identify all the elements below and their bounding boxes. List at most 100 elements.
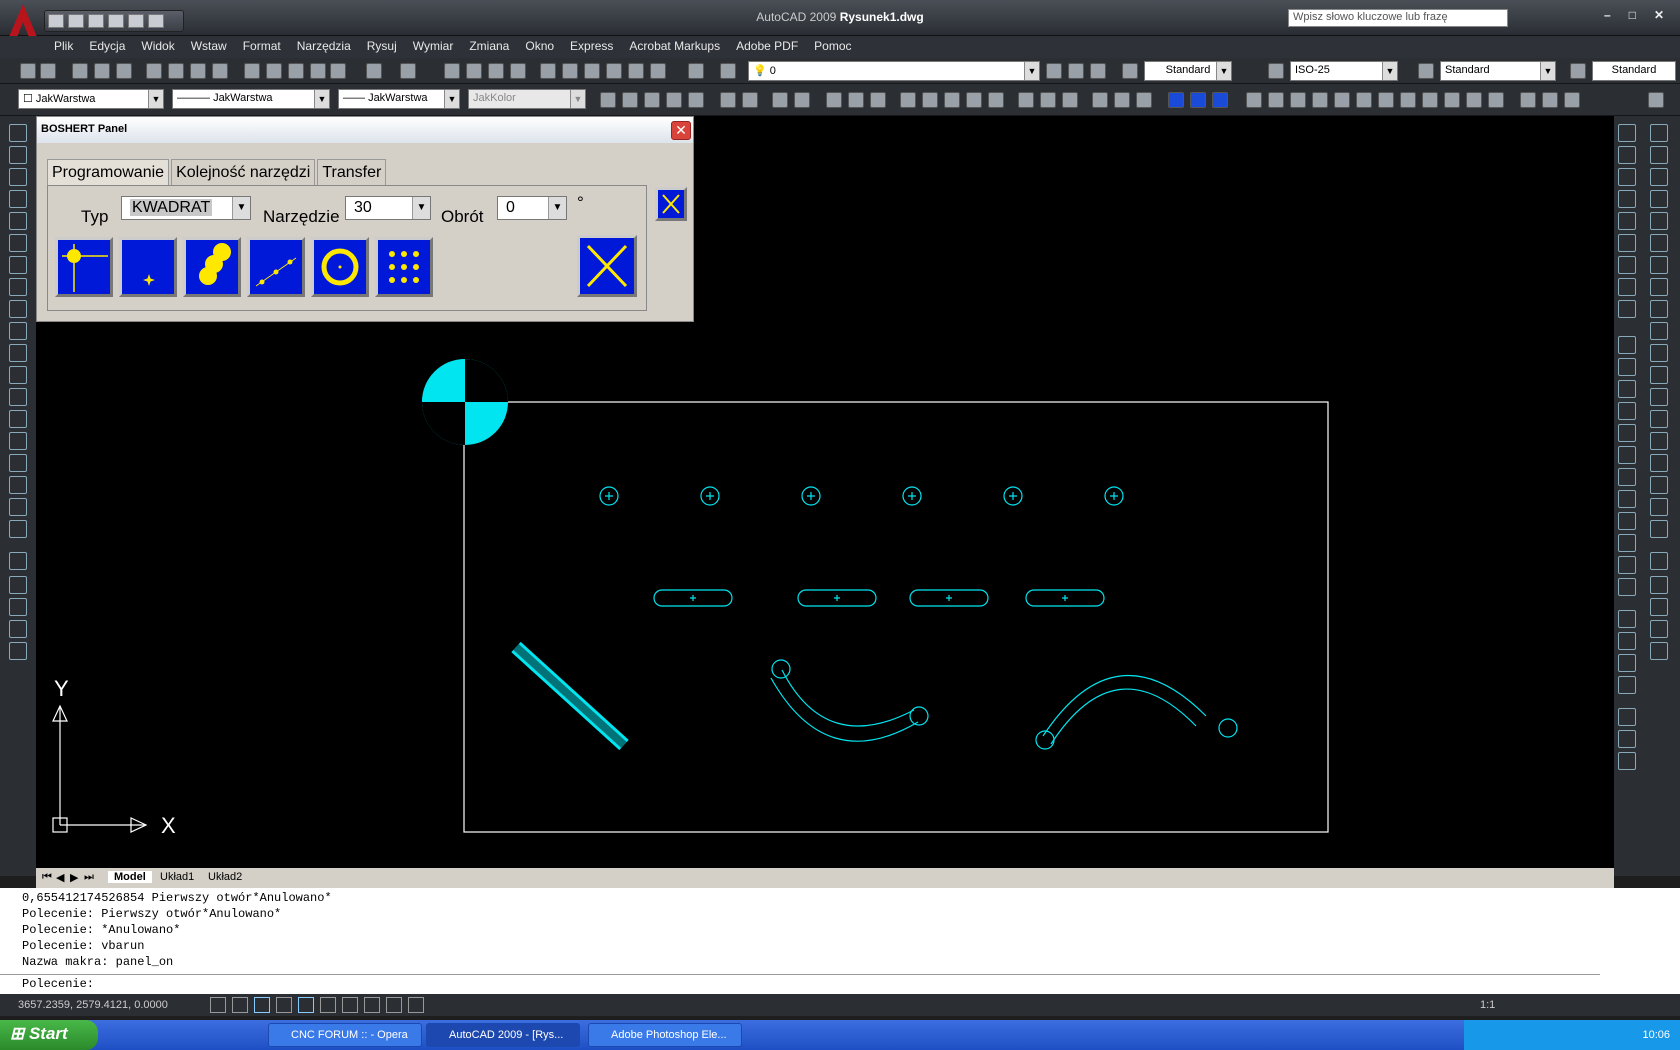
dim-update-icon[interactable] bbox=[1618, 752, 1636, 770]
gradient-icon[interactable] bbox=[9, 454, 27, 472]
hatch-icon[interactable] bbox=[9, 432, 27, 450]
color-combo[interactable]: ☐ JakWarstwa ▼ bbox=[18, 89, 164, 109]
calculator-icon[interactable] bbox=[650, 63, 666, 79]
dim-baseline-r-icon[interactable] bbox=[1618, 512, 1636, 530]
center-mark-icon[interactable] bbox=[1618, 632, 1636, 650]
dim-ordinate-icon[interactable] bbox=[900, 92, 916, 108]
boshert-button-1-icon[interactable] bbox=[1168, 92, 1184, 108]
menu-wymiar[interactable]: Wymiar bbox=[405, 36, 462, 58]
close-icon[interactable]: ✕ bbox=[1654, 8, 1664, 22]
command-input[interactable]: Polecenie: bbox=[0, 974, 1600, 993]
next-tab-nav-icon[interactable]: ▶ bbox=[70, 871, 78, 884]
dim-style-combo[interactable]: ISO-25 ▼ bbox=[1290, 61, 1398, 81]
paste-icon[interactable] bbox=[288, 63, 304, 79]
spline-icon[interactable] bbox=[9, 300, 27, 318]
inspection-icon[interactable] bbox=[1618, 654, 1636, 672]
tab-transfer[interactable]: Transfer bbox=[317, 159, 387, 186]
mirror-icon[interactable] bbox=[1650, 168, 1668, 186]
quick-dim-icon[interactable] bbox=[1018, 92, 1034, 108]
slot-1[interactable] bbox=[653, 589, 733, 607]
text-icon[interactable] bbox=[1618, 124, 1636, 142]
plot-preview-icon[interactable] bbox=[168, 63, 184, 79]
ducs-icon[interactable] bbox=[342, 997, 358, 1013]
dim-angular-icon[interactable] bbox=[988, 92, 1004, 108]
dim-break-icon[interactable] bbox=[1114, 92, 1130, 108]
osnap-extension-icon[interactable] bbox=[1334, 92, 1350, 108]
menu-format[interactable]: Format bbox=[235, 36, 289, 58]
menu-narzedzia[interactable]: Narzędzia bbox=[289, 36, 359, 58]
dim-jogged-icon[interactable] bbox=[944, 92, 960, 108]
dim-diameter-icon[interactable] bbox=[966, 92, 982, 108]
arc-icon[interactable] bbox=[9, 234, 27, 252]
dim-baseline-icon[interactable] bbox=[1040, 92, 1056, 108]
zoom-realtime-icon[interactable] bbox=[466, 63, 482, 79]
table-style-combo[interactable]: Standard ▼ bbox=[1440, 61, 1556, 81]
zoom-object-icon[interactable] bbox=[688, 92, 704, 108]
layer-states-icon[interactable] bbox=[1090, 63, 1106, 79]
boshert-button-3-icon[interactable] bbox=[1212, 92, 1228, 108]
polar-icon[interactable] bbox=[276, 997, 292, 1013]
osnap-node-icon[interactable] bbox=[1488, 92, 1504, 108]
trim-icon[interactable] bbox=[1650, 322, 1668, 340]
help-icon[interactable] bbox=[688, 63, 704, 79]
prev-tab-nav-icon[interactable]: ◀ bbox=[56, 871, 64, 884]
menu-plik[interactable]: Plik bbox=[46, 36, 81, 58]
last-tab-nav-icon[interactable]: ⏭ bbox=[84, 871, 94, 884]
dim-space-r-icon[interactable] bbox=[1618, 556, 1636, 574]
dyn-icon[interactable] bbox=[364, 997, 380, 1013]
polygon-icon[interactable] bbox=[9, 190, 27, 208]
revision-cloud-icon[interactable] bbox=[9, 278, 27, 296]
otrack-icon[interactable] bbox=[320, 997, 336, 1013]
nibble-button[interactable] bbox=[183, 237, 241, 297]
annotation-scale[interactable]: 1:1 bbox=[1480, 999, 1495, 1011]
zoom-all-icon[interactable] bbox=[772, 92, 788, 108]
text-edit-icon[interactable] bbox=[1618, 146, 1636, 164]
first-tab-nav-icon[interactable]: ⏮ bbox=[42, 871, 52, 884]
erase-icon[interactable] bbox=[1650, 124, 1668, 142]
typ-select[interactable]: KWADRAT ▼ bbox=[121, 196, 251, 220]
dim-radius-icon[interactable] bbox=[922, 92, 938, 108]
array-icon[interactable] bbox=[1650, 212, 1668, 230]
zoom-out-icon[interactable] bbox=[742, 92, 758, 108]
hole-5[interactable] bbox=[1003, 486, 1023, 506]
draworder-back-icon[interactable] bbox=[1650, 576, 1668, 594]
fillet-icon[interactable] bbox=[1650, 454, 1668, 472]
line-icon[interactable] bbox=[9, 124, 27, 142]
grid-array-button[interactable] bbox=[375, 237, 433, 297]
point-icon[interactable] bbox=[9, 410, 27, 428]
attribute-icon[interactable] bbox=[9, 576, 27, 594]
dim-arc-icon[interactable] bbox=[870, 92, 886, 108]
ellipse-arc-icon[interactable] bbox=[9, 344, 27, 362]
table-icon[interactable] bbox=[9, 498, 27, 516]
tolerance-icon[interactable] bbox=[1136, 92, 1152, 108]
linetype-combo[interactable]: ——— JakWarstwa ▼ bbox=[172, 89, 330, 109]
pdf-icon[interactable] bbox=[20, 63, 36, 79]
dim-angular-r-icon[interactable] bbox=[1618, 468, 1636, 486]
draworder-text-icon[interactable] bbox=[1650, 642, 1668, 660]
osnap-none-icon[interactable] bbox=[1542, 92, 1558, 108]
attribute-edit-icon[interactable] bbox=[9, 598, 27, 616]
osnap-nearest-icon[interactable] bbox=[1520, 92, 1536, 108]
boshert-button-2-icon[interactable] bbox=[1190, 92, 1206, 108]
new-file-icon[interactable] bbox=[72, 63, 88, 79]
quick-dim-r-icon[interactable] bbox=[1618, 490, 1636, 508]
tab-uklad1[interactable]: Układ1 bbox=[154, 871, 200, 883]
zoom-in-icon[interactable] bbox=[720, 92, 736, 108]
diagonal-nibbled-slot[interactable] bbox=[511, 641, 629, 751]
menu-okno[interactable]: Okno bbox=[517, 36, 562, 58]
lock-icon[interactable] bbox=[1648, 92, 1664, 108]
minimize-icon[interactable]: – bbox=[1604, 8, 1611, 22]
point-hit-button[interactable] bbox=[119, 237, 177, 297]
task-photoshop[interactable]: Adobe Photoshop Ele... bbox=[588, 1023, 742, 1047]
layer-previous-icon[interactable] bbox=[1068, 63, 1084, 79]
tab-model[interactable]: Model bbox=[108, 871, 152, 883]
start-button[interactable]: ⊞ Start bbox=[0, 1020, 98, 1050]
text-style-r-icon[interactable] bbox=[1618, 168, 1636, 186]
slot-3[interactable] bbox=[909, 589, 989, 607]
dim-ordinate-r-icon[interactable] bbox=[1618, 402, 1636, 420]
copy-icon[interactable] bbox=[266, 63, 282, 79]
construction-line-icon[interactable] bbox=[9, 146, 27, 164]
table-style-icon[interactable] bbox=[1418, 63, 1434, 79]
chamfer-icon[interactable] bbox=[1650, 432, 1668, 450]
ellipse-icon[interactable] bbox=[9, 322, 27, 340]
